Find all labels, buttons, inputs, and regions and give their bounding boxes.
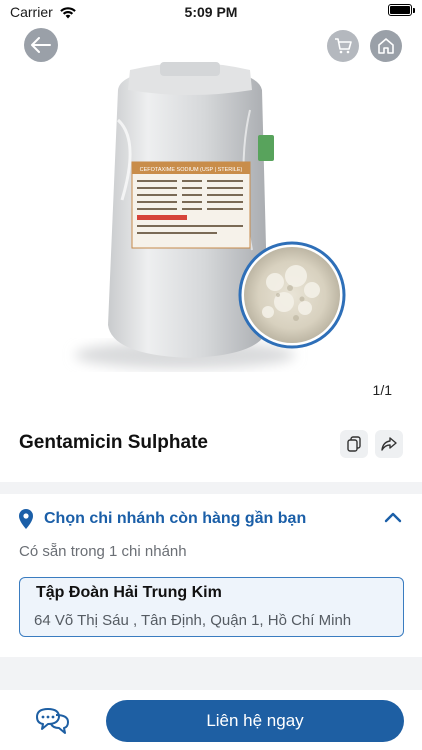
branch-section-title: Chọn chi nhánh còn hàng gần bạn [44,510,307,527]
chat-button[interactable] [34,706,72,736]
status-time: 5:09 PM [184,4,238,20]
branch-name: Tập Đoàn Hải Trung Kim [36,584,222,601]
product-photo: CEFOTAXIME SODIUM (USP | STERILE) [75,62,346,369]
chevron-up-icon[interactable] [384,511,402,523]
chat-icon [36,708,69,734]
cart-icon [335,38,352,54]
battery-icon [388,4,415,16]
location-pin-icon [19,509,33,529]
bottom-divider [0,657,422,691]
image-counter: 1/1 [372,382,392,398]
product-image-gallery[interactable]: CEFOTAXIME SODIUM (USP | STERILE) [0,50,422,395]
branch-address: 64 Võ Thị Sáu , Tân Định, Quận 1, Hồ Chí… [34,612,352,629]
copy-icon [347,436,361,452]
arrow-left-icon [31,37,51,53]
home-button[interactable] [370,30,402,62]
share-button[interactable] [375,430,403,458]
branch-card[interactable]: Tập Đoàn Hải Trung Kim 64 Võ Thị Sáu , T… [19,577,404,637]
branch-availability: Có sẵn trong 1 chi nhánh [19,543,187,560]
back-button[interactable] [24,28,58,62]
home-icon [378,38,394,54]
status-left: Carrier [10,4,77,20]
section-divider [0,482,422,494]
branch-section-header[interactable]: Chọn chi nhánh còn hàng gần bạn [18,505,406,533]
carrier-label: Carrier [10,4,53,20]
product-photo-label: CEFOTAXIME SODIUM (USP | STERILE) [140,167,243,173]
copy-button[interactable] [340,430,368,458]
cart-button[interactable] [327,30,359,62]
share-icon [381,437,397,451]
status-bar: Carrier 5:09 PM [0,0,422,24]
product-title: Gentamicin Sulphate [19,432,208,453]
contact-now-button[interactable]: Liên hệ ngay [106,700,404,742]
wifi-icon [59,6,76,18]
